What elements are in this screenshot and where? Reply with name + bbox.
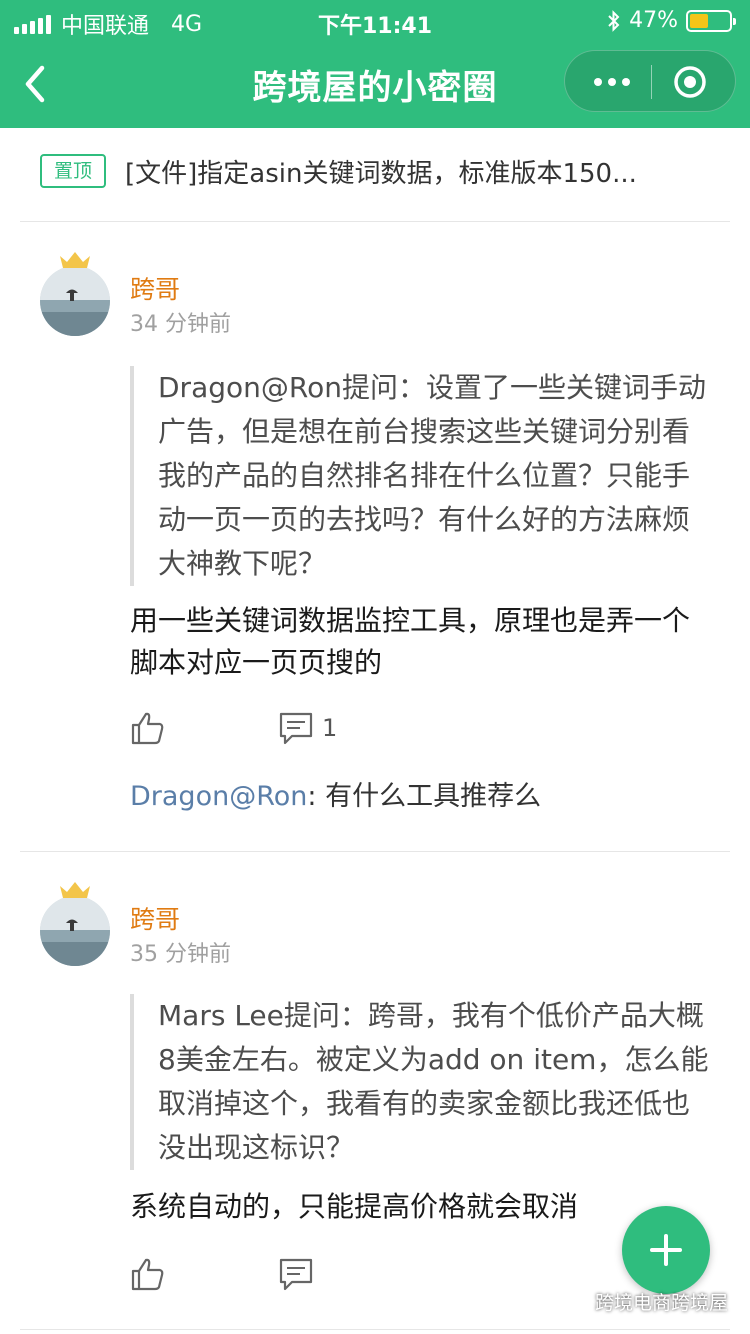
status-right: 47% (607, 8, 736, 33)
new-post-button[interactable] (622, 1206, 710, 1294)
battery-fill (690, 13, 708, 28)
target-circle-icon[interactable] (673, 65, 707, 99)
pinned-title[interactable]: [文件]指定asin关键词数据，标准版本150... (125, 153, 725, 190)
plus-icon (650, 1234, 682, 1266)
mini-program-capsule (564, 50, 736, 112)
question-quote: Dragon@Ron提问：设置了一些关键词手动广告，但是想在前台搜索这些关键词分… (130, 366, 710, 586)
watermark: 跨境电商跨境屋 (559, 1288, 728, 1315)
reply-text: : 有什么工具推荐么 (307, 781, 542, 812)
avatar[interactable] (40, 896, 110, 966)
wechat-logo-icon (559, 1291, 586, 1311)
thumbs-up-icon[interactable] (130, 710, 166, 746)
post-time: 35 分钟前 (130, 942, 231, 967)
status-bar: 中国联通 4G 下午11:41 47% (0, 0, 750, 42)
bluetooth-icon (608, 9, 620, 32)
author-name[interactable]: 跨哥 (130, 270, 180, 306)
watermark-text: 跨境电商跨境屋 (594, 1292, 728, 1314)
question-quote: Mars Lee提问：跨哥，我有个低价产品大概8美金左右。被定义为add on … (130, 994, 710, 1170)
comment-reply[interactable]: Dragon@Ron: 有什么工具推荐么 (130, 774, 541, 813)
reply-author[interactable]: Dragon@Ron (130, 781, 307, 812)
post-time: 34 分钟前 (130, 312, 231, 337)
pinned-badge: 置顶 (40, 154, 106, 188)
comment-count: 1 (322, 714, 338, 742)
battery-icon (686, 9, 736, 32)
answer-text: 用一些关键词数据监控工具，原理也是弄一个脚本对应一页页搜的 (130, 604, 691, 679)
post-card: 跨哥 34 分钟前 Dragon@Ron提问：设置了一些关键词手动广告，但是想在… (20, 222, 730, 852)
more-dots-icon[interactable] (587, 51, 637, 113)
author-name[interactable]: 跨哥 (130, 900, 180, 936)
answer-text: 系统自动的，只能提高价格就会取消 (130, 1190, 579, 1223)
pinned-post[interactable]: 置顶 [文件]指定asin关键词数据，标准版本150... (20, 128, 730, 222)
comment-icon[interactable] (278, 1256, 314, 1292)
crown-icon (60, 882, 90, 898)
battery-percent: 47% (629, 8, 678, 33)
comment-icon[interactable] (278, 710, 314, 746)
capsule-divider (651, 65, 652, 99)
nav-bar: 跨境屋的小密圈 (0, 42, 750, 128)
avatar[interactable] (40, 266, 110, 336)
thumbs-up-icon[interactable] (130, 1256, 166, 1292)
header: 中国联通 4G 下午11:41 47% 跨境屋的小密圈 (0, 0, 750, 128)
crown-icon (60, 252, 90, 268)
